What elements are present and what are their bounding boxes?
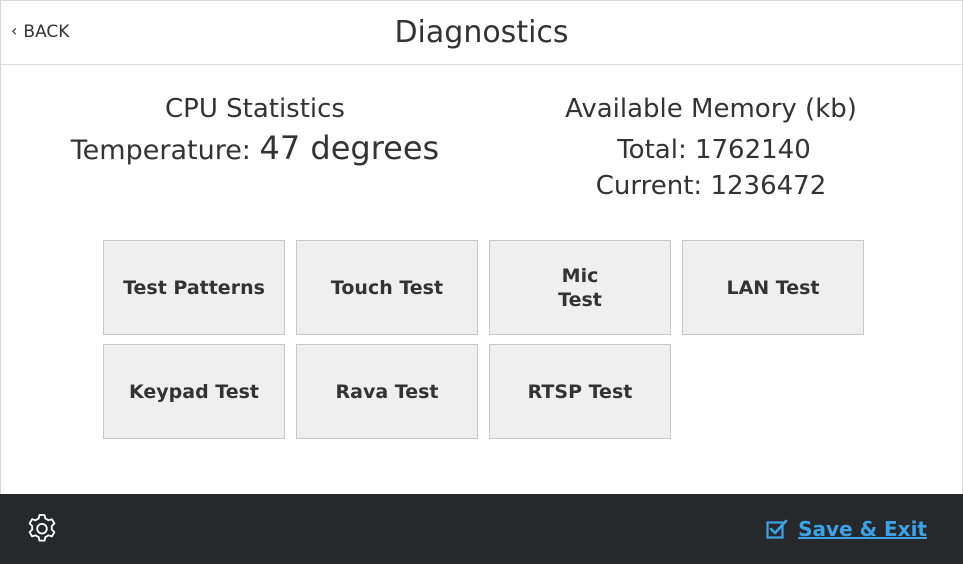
checkbox-icon [766,519,788,539]
page-title: Diagnostics [394,15,569,50]
keypad-test-button[interactable]: Keypad Test [103,344,285,439]
test-patterns-button[interactable]: Test Patterns [103,240,285,335]
memory-current-label: Current: [595,171,703,201]
touch-test-button[interactable]: Touch Test [296,240,478,335]
lan-test-button[interactable]: LAN Test [682,240,864,335]
save-exit-button[interactable]: Save & Exit [766,517,927,541]
rtsp-test-button[interactable]: RTSP Test [489,344,671,439]
temperature-label: Temperature: [70,135,251,166]
memory-current-row: Current: 1236472 [541,168,881,204]
header-bar: ‹ BACK Diagnostics [1,1,962,65]
footer-bar: Save & Exit [0,494,963,564]
memory-total-label: Total: [617,135,687,165]
memory-statistics: Available Memory (kb) Total: 1762140 Cur… [541,93,881,204]
mic-test-button[interactable]: Mic Test [489,240,671,335]
temperature-value: 47 degrees [259,129,440,167]
cpu-heading: CPU Statistics [165,94,345,124]
cpu-statistics: CPU Statistics Temperature: 47 degrees [61,93,449,168]
memory-total-value: 1762140 [694,135,811,165]
gear-icon[interactable] [25,512,59,546]
diagnostics-screen: ‹ BACK Diagnostics CPU Statistics Temper… [0,0,963,564]
rava-test-button[interactable]: Rava Test [296,344,478,439]
test-button-grid: Test Patterns Touch Test Mic Test LAN Te… [103,240,865,439]
save-exit-label: Save & Exit [798,517,927,541]
memory-total-row: Total: 1762140 [541,132,881,168]
memory-heading: Available Memory (kb) [565,94,857,124]
temperature-row: Temperature: 47 degrees [61,131,449,168]
memory-current-value: 1236472 [710,171,827,201]
